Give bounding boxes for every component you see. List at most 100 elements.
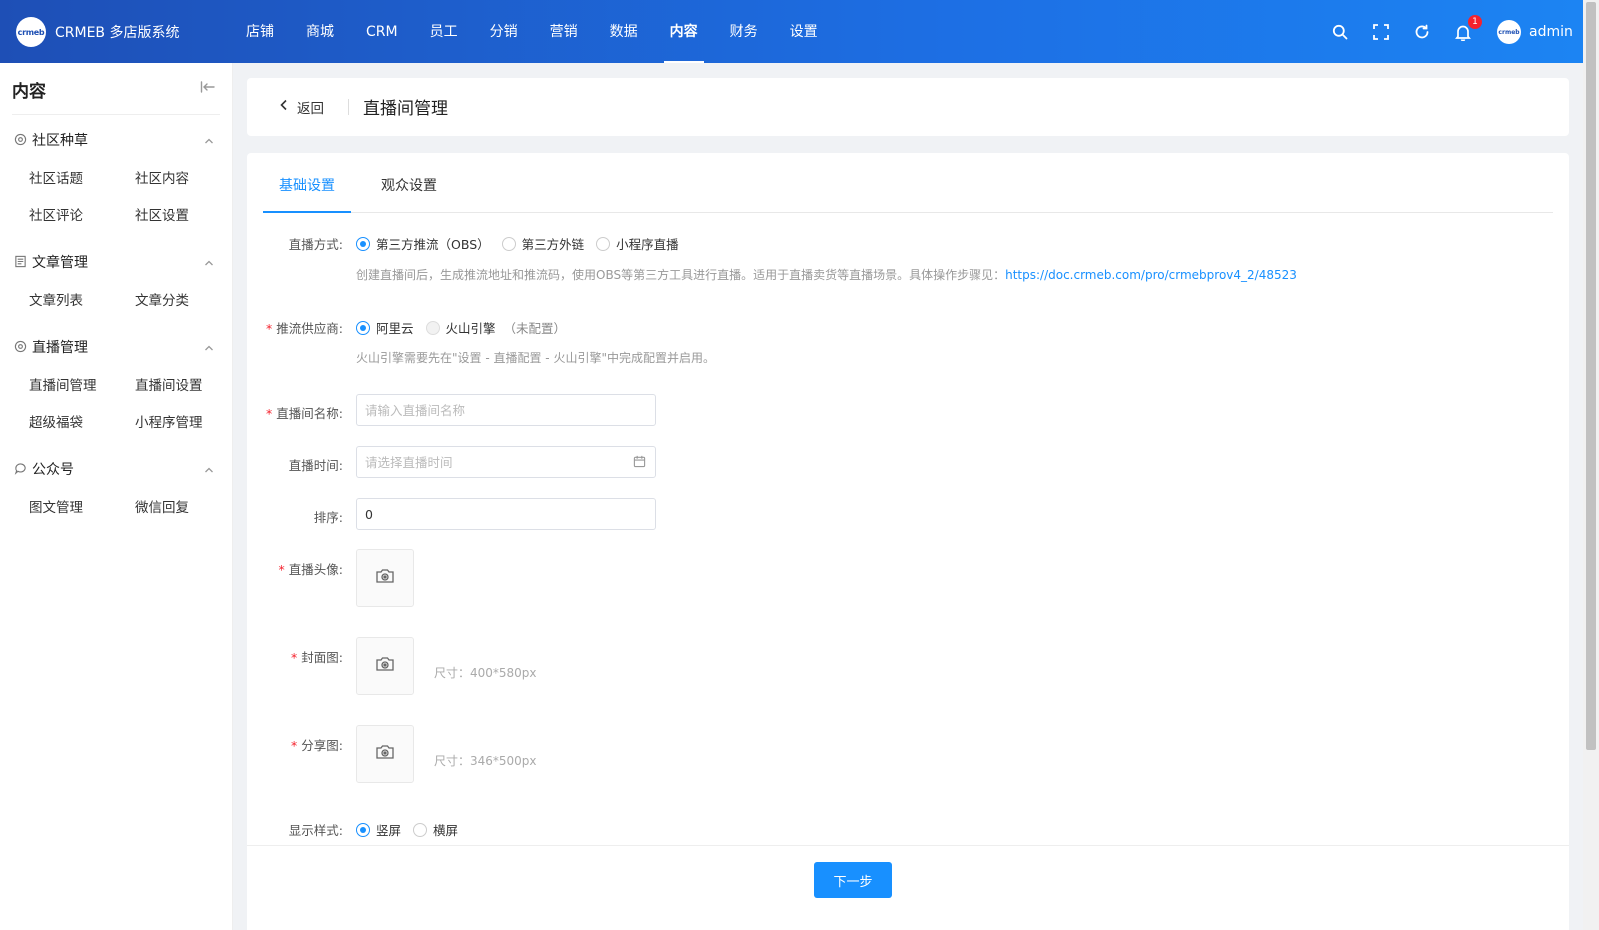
sidebar-item-super-lucky-bag[interactable]: 超级福袋 — [29, 411, 83, 431]
bell-icon[interactable]: 1 — [1450, 15, 1482, 46]
form-footer: 下一步 — [247, 845, 1569, 930]
nav-item-data[interactable]: 数据 — [594, 0, 654, 63]
room-name-label: * 直播间名称: — [266, 406, 343, 421]
sort-input[interactable] — [356, 498, 656, 530]
share-image-upload[interactable] — [356, 725, 414, 783]
room-name-input[interactable] — [356, 394, 656, 426]
radio-indicator[interactable] — [425, 320, 440, 335]
cover-size-hint: 尺寸：400*580px — [434, 666, 537, 680]
live-time-label: 直播时间: — [288, 458, 343, 473]
nav-item-finance[interactable]: 财务 — [714, 0, 774, 63]
refresh-icon[interactable] — [1409, 18, 1435, 46]
cover-image-upload[interactable] — [356, 637, 414, 695]
article-icon — [14, 255, 28, 269]
scrollbar-thumb[interactable] — [1586, 2, 1596, 750]
sidebar-group-label: 文章管理 — [32, 255, 88, 271]
chevron-left-icon — [279, 99, 289, 115]
sidebar-group-community: 社区种草 社区话题 社区内容 社区评论 社区设置 — [0, 127, 233, 224]
nav-item-distribution[interactable]: 分销 — [474, 0, 534, 63]
live-mode-hint: 创建直播间后，生成推流地址和推流码，使用OBS等第三方工具进行直播。适用于直播卖… — [356, 268, 1297, 282]
radio-indicator[interactable] — [596, 236, 611, 251]
live-time-input[interactable] — [356, 446, 656, 478]
avatar: crmeb — [1497, 20, 1521, 44]
live-mode-option-obs[interactable]: 第三方推流（OBS） — [356, 234, 490, 253]
live-avatar-upload[interactable] — [356, 549, 414, 607]
sidebar-item-mini-program-management[interactable]: 小程序管理 — [135, 411, 203, 431]
fullscreen-icon[interactable] — [1368, 18, 1394, 46]
sidebar-item-article-list[interactable]: 文章列表 — [29, 289, 83, 309]
user-menu[interactable]: crmeb admin — [1497, 20, 1573, 44]
sidebar-group-label: 社区种草 — [32, 133, 88, 149]
sidebar-item-live-room-settings[interactable]: 直播间设置 — [135, 374, 203, 394]
chevron-up-icon[interactable] — [204, 342, 214, 352]
radio-indicator[interactable] — [356, 236, 370, 251]
sidebar-group-header[interactable]: 社区种草 — [0, 127, 233, 153]
radio-indicator[interactable] — [356, 822, 370, 837]
sidebar-group-articles: 文章管理 文章列表 文章分类 — [0, 249, 233, 309]
chevron-up-icon[interactable] — [204, 257, 214, 267]
live-icon — [14, 340, 28, 354]
page-scrollbar[interactable] — [1583, 0, 1599, 930]
radio-indicator[interactable] — [356, 320, 370, 335]
brand[interactable]: crmeb CRMEB 多店版系统 — [16, 17, 179, 47]
sidebar-item-wechat-reply[interactable]: 微信回复 — [135, 496, 189, 516]
sidebar-group-header[interactable]: 直播管理 — [0, 334, 233, 360]
nav-item-crm[interactable]: CRM — [350, 0, 414, 63]
header-divider — [348, 99, 349, 115]
display-style-label: 显示样式: — [288, 823, 343, 838]
share-image-label: * 分享图: — [291, 738, 343, 753]
nav-item-mall[interactable]: 商城 — [290, 0, 350, 63]
live-mode-option-mini-program[interactable]: 小程序直播 — [596, 234, 679, 253]
collapse-sidebar-icon[interactable] — [200, 79, 218, 97]
next-step-button[interactable]: 下一步 — [814, 862, 892, 898]
sidebar-item-community-settings[interactable]: 社区设置 — [135, 204, 189, 224]
sidebar-group-header[interactable]: 公众号 — [0, 456, 233, 482]
share-size-hint: 尺寸：346*500px — [434, 754, 537, 768]
camera-icon — [375, 568, 395, 588]
chevron-up-icon[interactable] — [204, 464, 214, 474]
sidebar-item-community-comments[interactable]: 社区评论 — [29, 204, 83, 224]
community-icon — [14, 133, 28, 147]
sidebar-group-wechat: 公众号 图文管理 微信回复 — [0, 456, 233, 516]
tab-basic-settings[interactable]: 基础设置 — [279, 175, 335, 195]
provider-option-aliyun[interactable]: 阿里云 — [356, 318, 414, 337]
provider-option-volcengine[interactable]: 火山引擎 （未配置） — [425, 318, 567, 337]
tab-audience-settings[interactable]: 观众设置 — [381, 175, 437, 195]
chevron-up-icon[interactable] — [204, 135, 214, 145]
nav-item-staff[interactable]: 员工 — [414, 0, 474, 63]
live-mode-option-external-link[interactable]: 第三方外链 — [501, 234, 584, 253]
radio-indicator[interactable] — [413, 822, 428, 837]
camera-icon — [375, 744, 395, 764]
live-mode-label: 直播方式: — [288, 237, 343, 252]
sidebar-title: 内容 — [12, 82, 46, 102]
camera-icon — [375, 656, 395, 676]
live-avatar-label: * 直播头像: — [278, 562, 343, 577]
doc-link[interactable]: https://doc.crmeb.com/pro/crmebprov4_2/4… — [1005, 268, 1297, 282]
sidebar-item-article-category[interactable]: 文章分类 — [135, 289, 189, 309]
nav-item-settings[interactable]: 设置 — [774, 0, 834, 63]
calendar-icon[interactable] — [633, 455, 647, 469]
sidebar-item-graphic-management[interactable]: 图文管理 — [29, 496, 83, 516]
search-icon[interactable] — [1327, 18, 1353, 46]
sidebar: 内容 社区种草 社区话题 社区内容 社区评论 社区设置 文章管理 文章列表 文章… — [0, 63, 233, 930]
top-navigation-bar: crmeb CRMEB 多店版系统 店铺 商城 CRM 员工 分销 营销 数据 … — [0, 0, 1583, 63]
nav-item-marketing[interactable]: 营销 — [534, 0, 594, 63]
notification-badge: 1 — [1468, 15, 1482, 29]
sidebar-item-community-content[interactable]: 社区内容 — [135, 167, 189, 187]
sidebar-item-live-room-management[interactable]: 直播间管理 — [29, 374, 97, 394]
sidebar-item-community-topics[interactable]: 社区话题 — [29, 167, 83, 187]
not-configured-note: （未配置） — [503, 321, 567, 336]
sidebar-group-live: 直播管理 直播间管理 直播间设置 超级福袋 小程序管理 — [0, 334, 233, 431]
sidebar-group-header[interactable]: 文章管理 — [0, 249, 233, 275]
sidebar-group-label: 公众号 — [32, 462, 74, 478]
back-button[interactable]: 返回 — [279, 97, 324, 117]
live-time-picker[interactable] — [356, 446, 656, 478]
brand-name: CRMEB 多店版系统 — [55, 25, 180, 41]
display-style-option-landscape[interactable]: 横屏 — [413, 820, 458, 839]
radio-indicator[interactable] — [501, 236, 516, 251]
provider-hint: 火山引擎需要先在"设置 - 直播配置 - 火山引擎"中完成配置并启用。 — [356, 351, 715, 365]
nav-item-store[interactable]: 店铺 — [230, 0, 290, 63]
display-style-option-portrait[interactable]: 竖屏 — [356, 820, 401, 839]
nav-item-content[interactable]: 内容 — [654, 0, 714, 63]
live-mode-radio-group: 第三方推流（OBS） 第三方外链 小程序直播 — [356, 234, 691, 253]
